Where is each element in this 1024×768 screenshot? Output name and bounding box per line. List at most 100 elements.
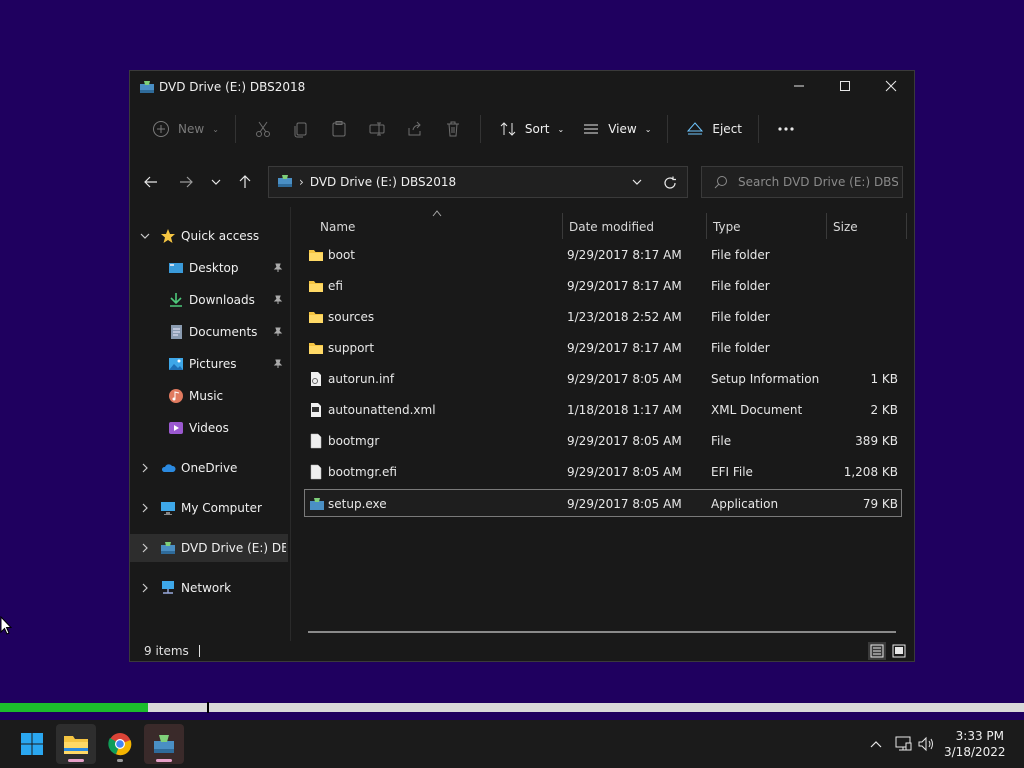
taskbar-chrome[interactable]	[100, 724, 140, 764]
start-button[interactable]	[12, 724, 52, 764]
minimize-button[interactable]	[776, 71, 822, 101]
sort-button[interactable]: Sort ⌄	[489, 112, 572, 146]
rename-icon	[366, 118, 388, 140]
copy-icon	[290, 118, 312, 140]
sidebar-item-label: Pictures	[189, 357, 237, 371]
file-row[interactable]: setup.exe 9/29/2017 8:05 AM Application …	[304, 489, 902, 517]
file-row[interactable]: bootmgr 9/29/2017 8:05 AM File 389 KB	[304, 427, 902, 455]
tiles-view-icon	[892, 644, 906, 658]
title-bar[interactable]: DVD Drive (E:) DBS2018	[130, 71, 914, 103]
new-label: New	[178, 122, 205, 136]
new-button[interactable]: New ⌄	[142, 112, 227, 146]
sidebar-item-label: OneDrive	[181, 461, 238, 475]
file-type: File	[711, 434, 732, 448]
copy-button[interactable]	[282, 112, 320, 146]
breadcrumb[interactable]: DVD Drive (E:) DBS2018	[310, 175, 456, 189]
chevron-right-icon[interactable]	[138, 501, 152, 515]
refresh-button[interactable]	[661, 174, 679, 192]
music-icon	[168, 388, 184, 404]
see-more-button[interactable]	[767, 112, 805, 146]
chevron-down-icon	[211, 179, 221, 185]
file-row[interactable]: boot 9/29/2017 8:17 AM File folder	[304, 241, 902, 269]
file-name: autounattend.xml	[328, 403, 436, 417]
file-row[interactable]: sources 1/23/2018 2:52 AM File folder	[304, 303, 902, 331]
back-button[interactable]	[138, 169, 164, 195]
sidebar-item-documents[interactable]: Documents	[130, 318, 288, 346]
column-resize-handle[interactable]	[706, 213, 707, 239]
sidebar-item-dvd-drive[interactable]: DVD Drive (E:) DBS2018	[130, 534, 288, 562]
close-button[interactable]	[868, 71, 914, 101]
forward-button[interactable]	[173, 169, 199, 195]
taskbar-file-explorer[interactable]	[56, 724, 96, 764]
sidebar-item-pictures[interactable]: Pictures	[130, 350, 288, 378]
sidebar-item-quick-access[interactable]: Quick access	[130, 222, 288, 250]
show-hidden-icons-button[interactable]	[866, 720, 886, 768]
pane-divider[interactable]	[290, 207, 291, 641]
delete-button[interactable]	[434, 112, 472, 146]
address-dropdown-button[interactable]	[629, 174, 645, 190]
address-bar[interactable]: › DVD Drive (E:) DBS2018	[268, 166, 688, 198]
column-resize-handle[interactable]	[906, 213, 907, 239]
cut-button[interactable]	[244, 112, 282, 146]
column-header-name[interactable]: Name	[320, 213, 355, 241]
details-view-button[interactable]	[868, 642, 886, 660]
sidebar-item-label: My Computer	[181, 501, 262, 515]
share-button[interactable]	[396, 112, 434, 146]
sidebar-item-my-computer[interactable]: My Computer	[130, 494, 288, 522]
file-type: File folder	[711, 341, 770, 355]
rename-button[interactable]	[358, 112, 396, 146]
file-icon	[310, 433, 322, 449]
status-divider	[198, 645, 200, 657]
sidebar-item-videos[interactable]: Videos	[130, 414, 288, 442]
file-type: File folder	[711, 310, 770, 324]
sidebar-item-desktop[interactable]: Desktop	[130, 254, 288, 282]
videos-icon	[168, 420, 184, 436]
folder-icon	[309, 312, 323, 323]
arrow-up-icon	[239, 175, 251, 188]
column-header-size[interactable]: Size	[833, 213, 858, 241]
status-bar: 9 items	[130, 641, 914, 661]
taskbar-setup[interactable]	[144, 724, 184, 764]
plus-circle-icon	[150, 118, 172, 140]
progress-bar	[0, 702, 1024, 713]
file-type: File folder	[711, 248, 770, 262]
sidebar-item-downloads[interactable]: Downloads	[130, 286, 288, 314]
up-button[interactable]	[232, 169, 258, 195]
pin-icon	[272, 262, 284, 274]
column-resize-handle[interactable]	[826, 213, 827, 239]
network-status-button[interactable]	[892, 720, 914, 768]
file-row[interactable]: efi 9/29/2017 8:17 AM File folder	[304, 272, 902, 300]
file-row[interactable]: autorun.inf 9/29/2017 8:05 AM Setup Info…	[304, 365, 902, 393]
column-resize-handle[interactable]	[562, 213, 563, 239]
maximize-button[interactable]	[822, 71, 868, 101]
horizontal-scrollbar[interactable]	[308, 631, 896, 633]
eject-button[interactable]: Eject	[676, 112, 750, 146]
paste-button[interactable]	[320, 112, 358, 146]
file-size: 1 KB	[870, 372, 898, 386]
chevron-right-icon[interactable]	[138, 541, 152, 555]
chevron-down-icon: ⌄	[212, 124, 219, 134]
column-header-date[interactable]: Date modified	[569, 213, 654, 241]
navigation-pane: Quick access Desktop Downloads Documents…	[130, 209, 290, 643]
sort-label: Sort	[524, 122, 550, 136]
sidebar-item-onedrive[interactable]: OneDrive	[130, 454, 288, 482]
chevron-down-icon[interactable]	[138, 229, 152, 243]
chevron-right-icon[interactable]	[138, 461, 152, 475]
tiles-view-button[interactable]	[890, 642, 908, 660]
sidebar-item-network[interactable]: Network	[130, 574, 288, 602]
file-row[interactable]: support 9/29/2017 8:17 AM File folder	[304, 334, 902, 362]
volume-button[interactable]	[916, 720, 938, 768]
chevron-right-icon[interactable]	[138, 581, 152, 595]
sidebar-item-music[interactable]: Music	[130, 382, 288, 410]
pin-icon	[272, 358, 284, 370]
file-row[interactable]: bootmgr.efi 9/29/2017 8:05 AM EFI File 1…	[304, 458, 902, 486]
search-input[interactable]: Search DVD Drive (E:) DBS2018	[701, 166, 903, 198]
view-button[interactable]: View ⌄	[572, 112, 659, 146]
column-header-type[interactable]: Type	[713, 213, 741, 241]
clock[interactable]: 3:33 PM 3/18/2022	[944, 728, 1006, 760]
file-row[interactable]: autounattend.xml 1/18/2018 1:17 AM XML D…	[304, 396, 902, 424]
toolbar-divider	[479, 115, 481, 143]
dvd-drive-icon	[277, 173, 293, 192]
file-date: 9/29/2017 8:05 AM	[567, 372, 682, 386]
recent-locations-button[interactable]	[203, 169, 229, 195]
